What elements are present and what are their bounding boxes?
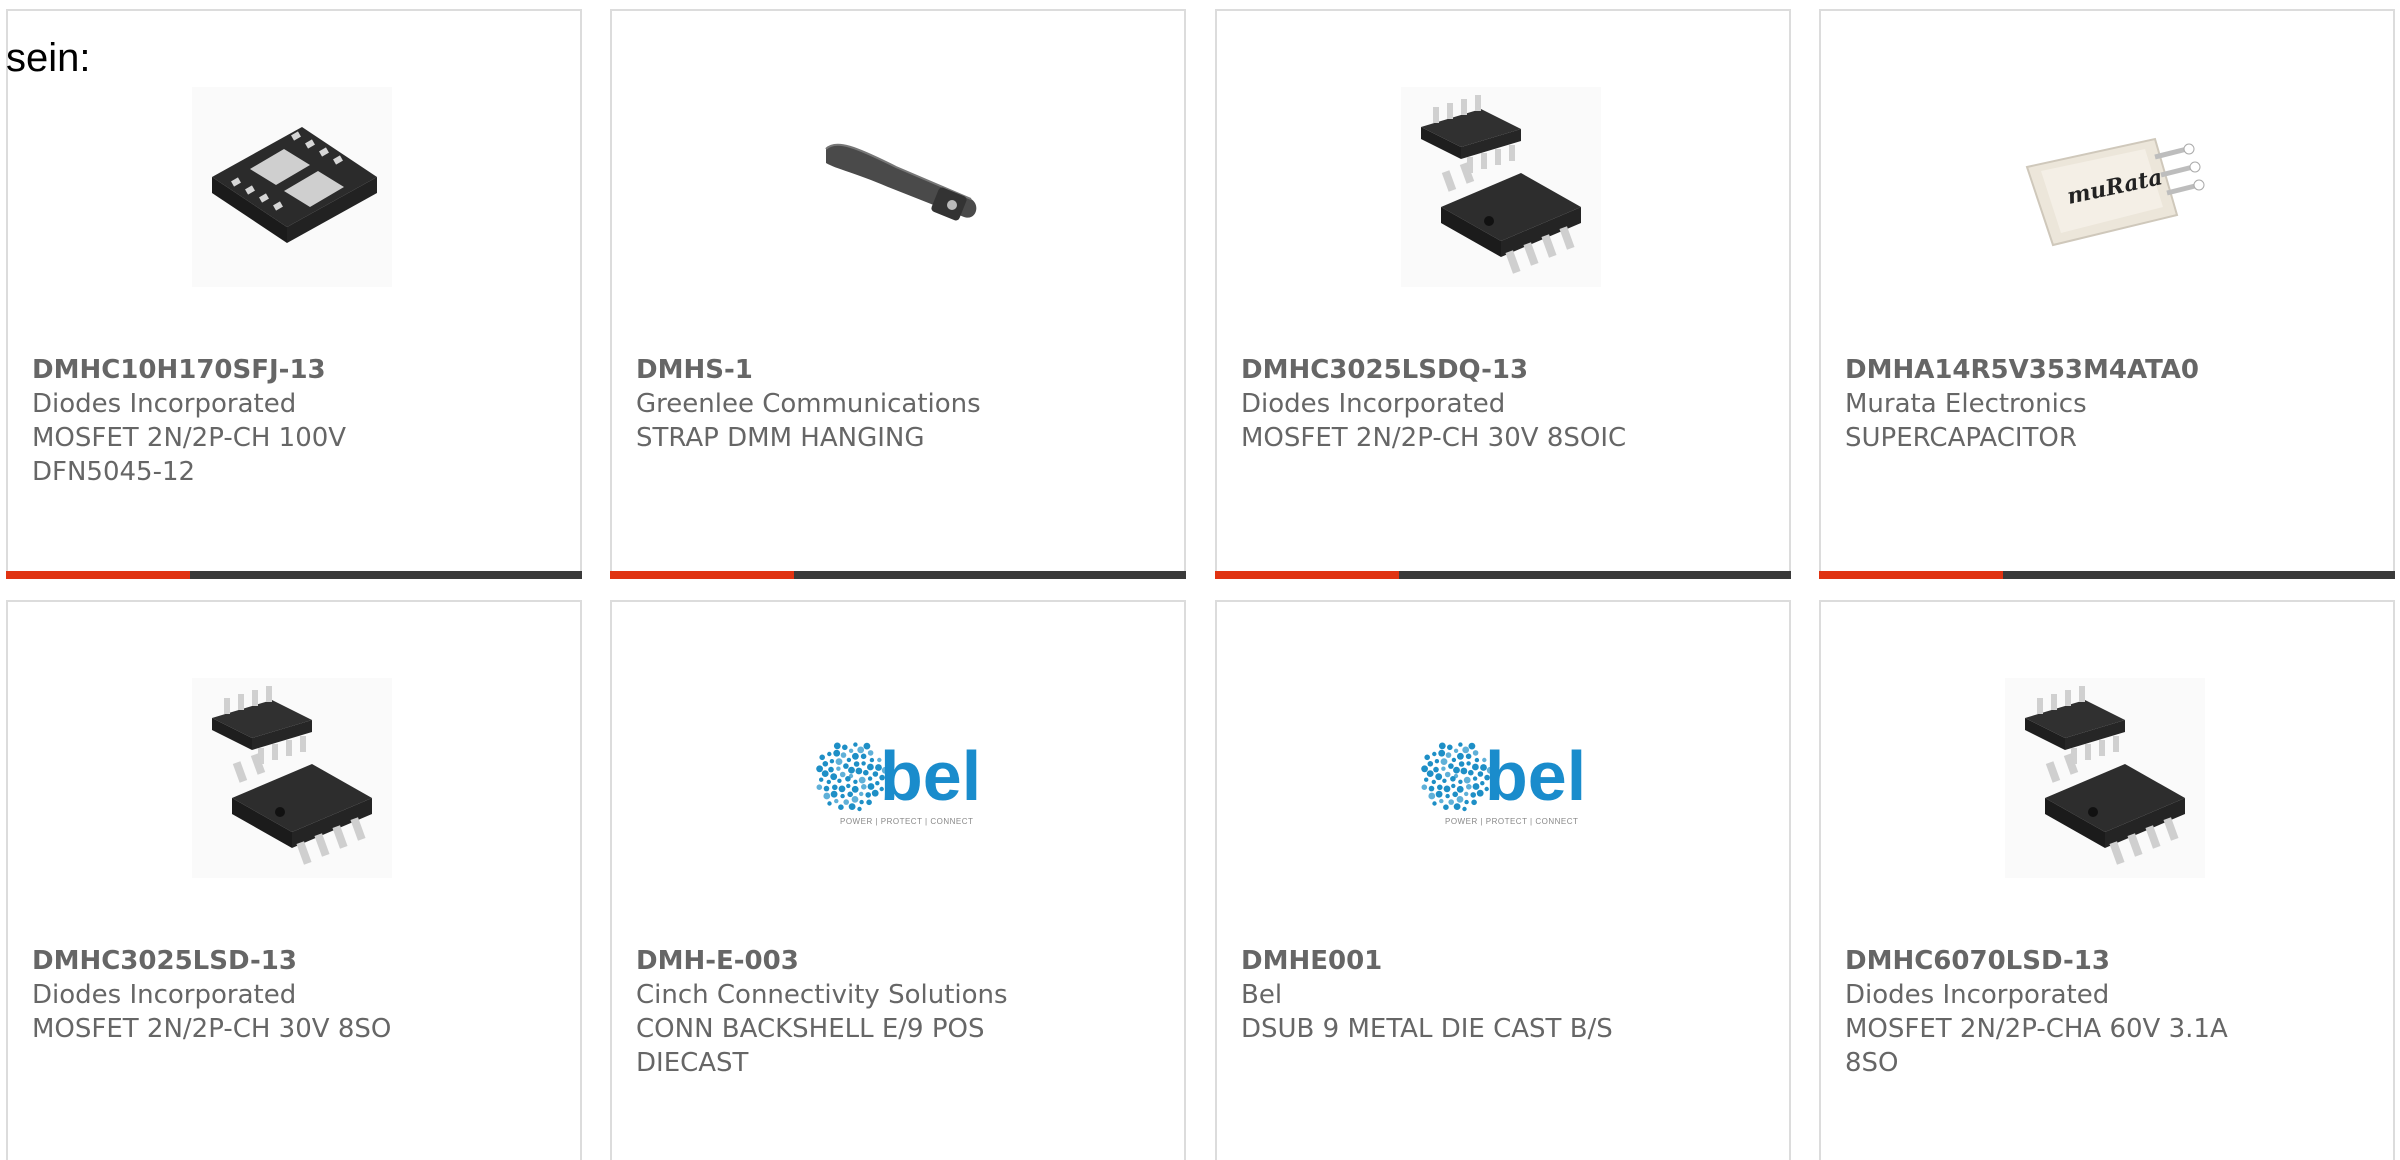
card-accent-bar [1215,571,1399,579]
product-manufacturer: Diodes Incorporated [32,980,297,1010]
product-description-line: 8SO [1845,1048,1899,1078]
product-grid: DMHC10H170SFJ-13 Diodes Incorporated MOSFE… [0,0,2400,1160]
card-bottom-bar [6,571,582,579]
product-description-line: DFN5045-12 [32,457,196,487]
product-description-line: STRAP DMM HANGING [636,423,925,453]
card-accent-bar [1819,571,2003,579]
product-description-line: DIECAST [636,1048,749,1078]
murata-supercap-image[interactable]: muRata [2005,87,2205,287]
product-info: DMHC10H170SFJ-13 Diodes Incorporated MOSFE… [32,353,562,489]
svg-text:bel: bel [1485,737,1586,815]
product-card[interactable]: DMHC3025LSDQ-13 Diodes Incorporated MOSFET… [1215,9,1791,579]
soic-chip-image[interactable] [192,678,392,878]
soic-chip-image[interactable] [1401,87,1601,287]
product-card[interactable]: DMHC3025LSD-13 Diodes Incorporated MOSFET … [6,600,582,1160]
product-part-number[interactable]: DMHC10H170SFJ-13 [32,353,562,387]
product-manufacturer: Murata Electronics [1845,389,2087,419]
svg-text:POWER | PROTECT | CONNECT: POWER | PROTECT | CONNECT [840,817,973,826]
bel-logo-image[interactable]: bel POWER | PROTECT | CONNECT [796,678,996,878]
product-description-line: MOSFET 2N/2P-CH 30V 8SOIC [1241,423,1627,453]
product-info: DMHC3025LSD-13 Diodes Incorporated MOSFET … [32,944,562,1046]
card-accent-bar [6,571,190,579]
product-description-line: CONN BACKSHELL E/9 POS [636,1014,985,1044]
svg-text:POWER | PROTECT | CONNECT: POWER | PROTECT | CONNECT [1445,817,1578,826]
product-card[interactable]: DMHC6070LSD-13 Diodes Incorporated MOSFET … [1819,600,2395,1160]
product-description-line: DSUB 9 METAL DIE CAST B/S [1241,1014,1613,1044]
bel-logo-image[interactable]: bel POWER | PROTECT | CONNECT [1401,678,1601,878]
product-part-number[interactable]: DMHC3025LSD-13 [32,944,562,978]
product-card[interactable]: bel POWER | PROTECT | CONNECT DMH-E-003 C… [610,600,1186,1160]
product-part-number[interactable]: DMHS-1 [636,353,1166,387]
product-info: DMHC3025LSDQ-13 Diodes Incorporated MOSFET… [1241,353,1771,455]
svg-text:bel: bel [880,737,981,815]
product-info: DMHA14R5V353M4ATA0 Murata Electronics SUPE… [1845,353,2375,455]
product-part-number[interactable]: DMHC3025LSDQ-13 [1241,353,1771,387]
product-description-line: MOSFET 2N/2P-CH 30V 8SO [32,1014,392,1044]
product-manufacturer: Diodes Incorporated [1241,389,1506,419]
product-manufacturer: Bel [1241,980,1283,1010]
product-description-line: SUPERCAPACITOR [1845,423,2077,453]
product-part-number[interactable]: DMH-E-003 [636,944,1166,978]
soic-chip-image[interactable] [2005,678,2205,878]
product-manufacturer: Cinch Connectivity Solutions [636,980,1008,1010]
product-part-number[interactable]: DMHC6070LSD-13 [1845,944,2375,978]
card-bottom-bar [610,571,1186,579]
product-card[interactable]: bel POWER | PROTECT | CONNECT DMHE001 Bel… [1215,600,1791,1160]
product-info: DMHS-1 Greenlee Communications STRAP DMM H… [636,353,1166,455]
card-accent-bar [610,571,794,579]
strap-image[interactable] [796,87,996,287]
intro-text: sein: [6,36,91,80]
product-part-number[interactable]: DMHA14R5V353M4ATA0 [1845,353,2375,387]
dfn-chip-image[interactable] [192,87,392,287]
product-card[interactable]: DMHC10H170SFJ-13 Diodes Incorporated MOSFE… [6,9,582,579]
product-manufacturer: Diodes Incorporated [1845,980,2110,1010]
product-description-line: MOSFET 2N/2P-CH 100V [32,423,347,453]
product-manufacturer: Greenlee Communications [636,389,981,419]
product-card[interactable]: muRata DMHA14R5V353M4ATA0 Murata Electron… [1819,9,2395,579]
product-part-number[interactable]: DMHE001 [1241,944,1771,978]
card-bottom-bar [1215,571,1791,579]
product-info: DMHE001 Bel DSUB 9 METAL DIE CAST B/S [1241,944,1771,1046]
product-info: DMH-E-003 Cinch Connectivity Solutions CON… [636,944,1166,1080]
card-bottom-bar [1819,571,2395,579]
product-manufacturer: Diodes Incorporated [32,389,297,419]
product-description-line: MOSFET 2N/2P-CHA 60V 3.1A [1845,1014,2228,1044]
product-info: DMHC6070LSD-13 Diodes Incorporated MOSFET … [1845,944,2375,1080]
product-card[interactable]: DMHS-1 Greenlee Communications STRAP DMM H… [610,9,1186,579]
